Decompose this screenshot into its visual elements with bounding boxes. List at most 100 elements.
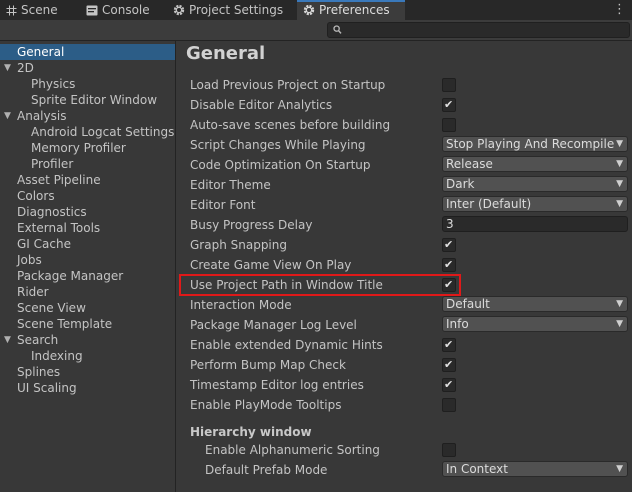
setting-label: Perform Bump Map Check [190,358,346,372]
setting-row-use-project-path-in-window-title: Use Project Path in Window Title ✔ [190,276,630,294]
checkbox-auto-save-scenes-before-building[interactable] [442,118,456,132]
setting-row-create-game-view-on-play: Create Game View On Play ✔ [190,256,630,274]
sidebar-item-label: External Tools [17,221,101,235]
checkbox-enable-extended-dynamic-hints[interactable]: ✔ [442,338,456,352]
sidebar-item-label: Rider [17,285,49,299]
sidebar-item-scene-template[interactable]: Scene Template [0,316,175,332]
sidebar-item-label: Memory Profiler [31,141,126,155]
tab-console-label: Console [102,3,150,17]
setting-row-editor-font: Editor Font Inter (Default) ▼ [190,196,630,214]
gear-icon [173,3,189,17]
setting-row-editor-theme: Editor Theme Dark ▼ [190,176,630,194]
expand-arrow-icon[interactable]: ▼ [4,332,11,348]
checkmark-icon: ✔ [444,358,454,371]
checkbox-enable-playmode-tooltips[interactable] [442,398,456,412]
tab-scene[interactable]: Scene [0,0,76,20]
sidebar-item-label: Asset Pipeline [17,173,101,187]
tab-project-settings[interactable]: Project Settings [167,0,295,20]
sidebar-item-jobs[interactable]: Jobs [0,252,175,268]
chevron-down-icon: ▼ [616,139,623,149]
setting-label: Enable extended Dynamic Hints [190,338,383,352]
sidebar-item-scene-view[interactable]: Scene View [0,300,175,316]
setting-row-auto-save-scenes-before-building: Auto-save scenes before building [190,116,630,134]
tab-bar: Scene Console Project Settings Preferenc… [0,0,632,21]
sidebar-item-rider[interactable]: Rider [0,284,175,300]
sidebar-item-splines[interactable]: Splines [0,364,175,380]
sidebar-item-label: Physics [31,77,76,91]
checkmark-icon: ✔ [444,238,454,251]
preferences-content: General Load Previous Project on Startup… [176,41,632,492]
sidebar-item-physics[interactable]: Physics [0,76,175,92]
dropdown-interaction-mode[interactable]: Default ▼ [442,296,628,312]
sidebar-item-label: Indexing [31,349,83,363]
checkbox-perform-bump-map-check[interactable]: ✔ [442,358,456,372]
dropdown-editor-theme[interactable]: Dark ▼ [442,176,628,192]
dropdown-default-prefab-mode[interactable]: In Context ▼ [442,461,628,477]
setting-label: Script Changes While Playing [190,138,366,152]
sidebar-item-label: Package Manager [17,269,124,283]
sidebar-item-label: UI Scaling [17,381,77,395]
setting-row-perform-bump-map-check: Perform Bump Map Check ✔ [190,356,630,374]
sidebar-item-asset-pipeline[interactable]: Asset Pipeline [0,172,175,188]
dropdown-code-optimization-on-startup[interactable]: Release ▼ [442,156,628,172]
expand-arrow-icon[interactable]: ▼ [4,108,11,124]
sidebar-item-colors[interactable]: Colors [0,188,175,204]
checkbox-timestamp-editor-log-entries[interactable]: ✔ [442,378,456,392]
sidebar-item-label: 2D [17,61,34,75]
setting-label: Default Prefab Mode [205,463,328,477]
search-input[interactable] [344,23,624,37]
expand-arrow-icon[interactable]: ▼ [4,60,11,76]
sidebar-item-android-logcat-settings[interactable]: Android Logcat Settings [0,124,175,140]
checkmark-icon: ✔ [444,278,454,291]
kebab-menu-icon[interactable]: ⋮ [613,1,626,19]
dropdown-value: Inter (Default) [446,197,532,211]
sidebar-item-indexing[interactable]: Indexing [0,348,175,364]
setting-label: Use Project Path in Window Title [190,278,383,292]
scene-grid-icon [6,3,21,17]
chevron-down-icon: ▼ [616,159,623,169]
dropdown-editor-font[interactable]: Inter (Default) ▼ [442,196,628,212]
sidebar-item-label: Sprite Editor Window [31,93,158,107]
sidebar-item-ui-scaling[interactable]: UI Scaling [0,380,175,396]
number-field-busy-progress-delay[interactable]: 3 [442,216,628,232]
sidebar-item-gi-cache[interactable]: GI Cache [0,236,175,252]
sidebar-item-label: Diagnostics [17,205,87,219]
setting-label: Busy Progress Delay [190,218,313,232]
tab-console[interactable]: Console [80,0,166,20]
sidebar-item-analysis[interactable]: ▼ Analysis [0,108,175,124]
sidebar-item-label: Android Logcat Settings [31,125,175,139]
checkbox-graph-snapping[interactable]: ✔ [442,238,456,252]
search-field[interactable] [327,22,630,38]
sidebar-item-package-manager[interactable]: Package Manager [0,268,175,284]
setting-row-enable-extended-dynamic-hints: Enable extended Dynamic Hints ✔ [190,336,630,354]
sidebar-item-memory-profiler[interactable]: Memory Profiler [0,140,175,156]
checkbox-enable-alphanumeric-sorting[interactable] [442,443,456,457]
setting-row-code-optimization-on-startup: Code Optimization On Startup Release ▼ [190,156,630,174]
setting-label: Interaction Mode [190,298,292,312]
setting-label: Editor Font [190,198,256,212]
checkbox-load-previous-project-on-startup[interactable] [442,78,456,92]
setting-label: Load Previous Project on Startup [190,78,386,92]
sidebar-item-profiler[interactable]: Profiler [0,156,175,172]
setting-label: Graph Snapping [190,238,287,252]
setting-row-graph-snapping: Graph Snapping ✔ [190,236,630,254]
sidebar-item-search[interactable]: ▼ Search [0,332,175,348]
sidebar-item-2d[interactable]: ▼ 2D [0,60,175,76]
sidebar-item-general[interactable]: General [0,44,175,60]
sidebar-item-external-tools[interactable]: External Tools [0,220,175,236]
dropdown-value: Info [446,317,469,331]
setting-label: Timestamp Editor log entries [190,378,364,392]
tab-project-settings-label: Project Settings [189,3,284,17]
checkbox-disable-editor-analytics[interactable]: ✔ [442,98,456,112]
dropdown-script-changes-while-playing[interactable]: Stop Playing And Recompile ▼ [442,136,628,152]
tab-preferences[interactable]: Preferences [297,0,405,20]
sidebar-item-sprite-editor-window[interactable]: Sprite Editor Window [0,92,175,108]
dropdown-package-manager-log-level[interactable]: Info ▼ [442,316,628,332]
checkmark-icon: ✔ [444,378,454,391]
dropdown-value: Release [446,157,493,171]
setting-label: Enable Alphanumeric Sorting [205,443,380,457]
checkbox-create-game-view-on-play[interactable]: ✔ [442,258,456,272]
sidebar-item-diagnostics[interactable]: Diagnostics [0,204,175,220]
checkbox-use-project-path-in-window-title[interactable]: ✔ [442,278,456,292]
sidebar-item-label: Search [17,333,59,347]
